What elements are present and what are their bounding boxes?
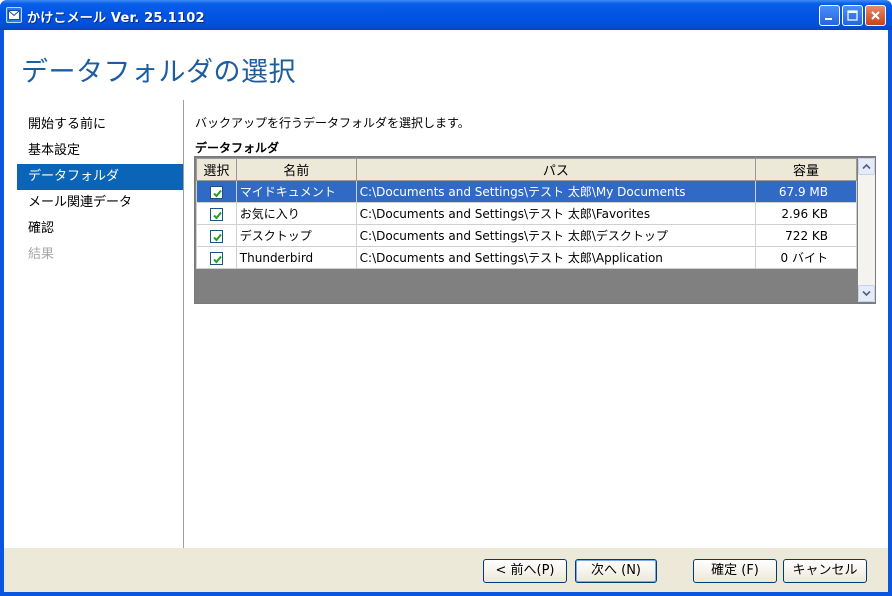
size-cell: 722 KB (755, 224, 857, 247)
size-cell: 0 バイト (755, 246, 857, 269)
nav-item-confirm[interactable]: 確認 (17, 216, 184, 242)
nav-item-label: 確認 (28, 221, 55, 236)
select-cell (196, 224, 237, 247)
path-cell: C:\Documents and Settings\テスト 太郎\Favorit… (355, 202, 757, 225)
checkmark-icon (213, 255, 222, 263)
title-bar[interactable]: かけこメール Ver. 25.1102 (0, 0, 892, 30)
finish-button[interactable]: 確定 (F) (693, 559, 777, 583)
chevron-up-icon (862, 163, 871, 170)
grid-header-row: 選択 名前 パス 容量 (196, 158, 857, 181)
table-row[interactable]: デスクトップ C:\Documents and Settings\テスト 太郎\… (196, 224, 857, 247)
scroll-up-button[interactable] (858, 158, 875, 175)
size-cell: 67.9 MB (755, 180, 857, 203)
column-header-path[interactable]: パス (355, 158, 757, 181)
path-cell: C:\Documents and Settings\テスト 太郎\My Docu… (355, 180, 757, 203)
nav-item-mail-data[interactable]: メール関連データ (17, 190, 184, 216)
chevron-down-icon (862, 290, 871, 297)
column-header-name[interactable]: 名前 (235, 158, 357, 181)
window-title: かけこメール Ver. 25.1102 (27, 11, 205, 26)
button-bar: < 前へ(P) 次へ (N) 確定 (F) キャンセル (4, 548, 888, 592)
mail-icon (6, 7, 22, 23)
back-button[interactable]: < 前へ(P) (483, 559, 567, 583)
app-window: かけこメール Ver. 25.1102 データフォルダの選択 開始する前に 基本… (0, 0, 892, 596)
table-row[interactable]: マイドキュメント C:\Documents and Settings\テスト 太… (196, 180, 857, 203)
select-cell (196, 180, 237, 203)
nav-item-basic-settings[interactable]: 基本設定 (17, 138, 184, 164)
cancel-button[interactable]: キャンセル (783, 559, 867, 583)
select-cell (196, 202, 237, 225)
select-cell (196, 246, 237, 269)
row-checkbox[interactable] (209, 185, 223, 199)
size-cell: 2.96 KB (755, 202, 857, 225)
nav-item-label: メール関連データ (28, 195, 133, 210)
name-cell: Thunderbird (235, 246, 357, 269)
path-cell: C:\Documents and Settings\テスト 太郎\Applica… (355, 246, 757, 269)
name-cell: お気に入り (235, 202, 357, 225)
checkmark-icon (213, 189, 222, 197)
data-folder-group-label: データフォルダ (195, 141, 280, 155)
name-cell: デスクトップ (235, 224, 357, 247)
maximize-button[interactable] (842, 5, 863, 26)
close-button[interactable] (865, 5, 886, 26)
table-row[interactable]: お気に入り C:\Documents and Settings\テスト 太郎\F… (196, 202, 857, 225)
nav-item-result: 結果 (17, 242, 184, 268)
client-area: データフォルダの選択 開始する前に 基本設定 データフォルダ メール関連データ … (4, 30, 888, 592)
vertical-scrollbar[interactable] (858, 158, 875, 302)
name-cell: マイドキュメント (235, 180, 357, 203)
nav-item-label: 基本設定 (28, 143, 81, 158)
nav-item-label: データフォルダ (28, 169, 120, 184)
checkmark-icon (213, 211, 222, 219)
wizard-step-nav: 開始する前に 基本設定 データフォルダ メール関連データ 確認 結果 (17, 112, 184, 268)
path-cell: C:\Documents and Settings\テスト 太郎\デスクトップ (355, 224, 757, 247)
row-checkbox[interactable] (209, 251, 223, 265)
row-checkbox[interactable] (209, 229, 223, 243)
table-row[interactable]: Thunderbird C:\Documents and Settings\テス… (196, 246, 857, 269)
minimize-button[interactable] (819, 5, 840, 26)
data-folder-grid[interactable]: 選択 名前 パス 容量 マイドキュメント C:\Documents and Se… (194, 156, 876, 304)
checkmark-icon (213, 233, 222, 241)
nav-item-label: 結果 (28, 247, 55, 262)
next-button[interactable]: 次へ (N) (575, 559, 657, 583)
row-checkbox[interactable] (209, 207, 223, 221)
nav-item-before-start[interactable]: 開始する前に (17, 112, 184, 138)
nav-item-data-folder[interactable]: データフォルダ (17, 164, 184, 190)
column-header-select[interactable]: 選択 (196, 158, 237, 181)
data-folder-table: 選択 名前 パス 容量 マイドキュメント C:\Documents and Se… (196, 158, 857, 269)
nav-item-label: 開始する前に (28, 117, 107, 132)
column-header-size[interactable]: 容量 (755, 158, 857, 181)
scroll-down-button[interactable] (858, 285, 875, 302)
page-title: データフォルダの選択 (21, 57, 296, 88)
instruction-text: バックアップを行うデータフォルダを選択します。 (195, 116, 470, 130)
nav-divider (183, 100, 184, 548)
